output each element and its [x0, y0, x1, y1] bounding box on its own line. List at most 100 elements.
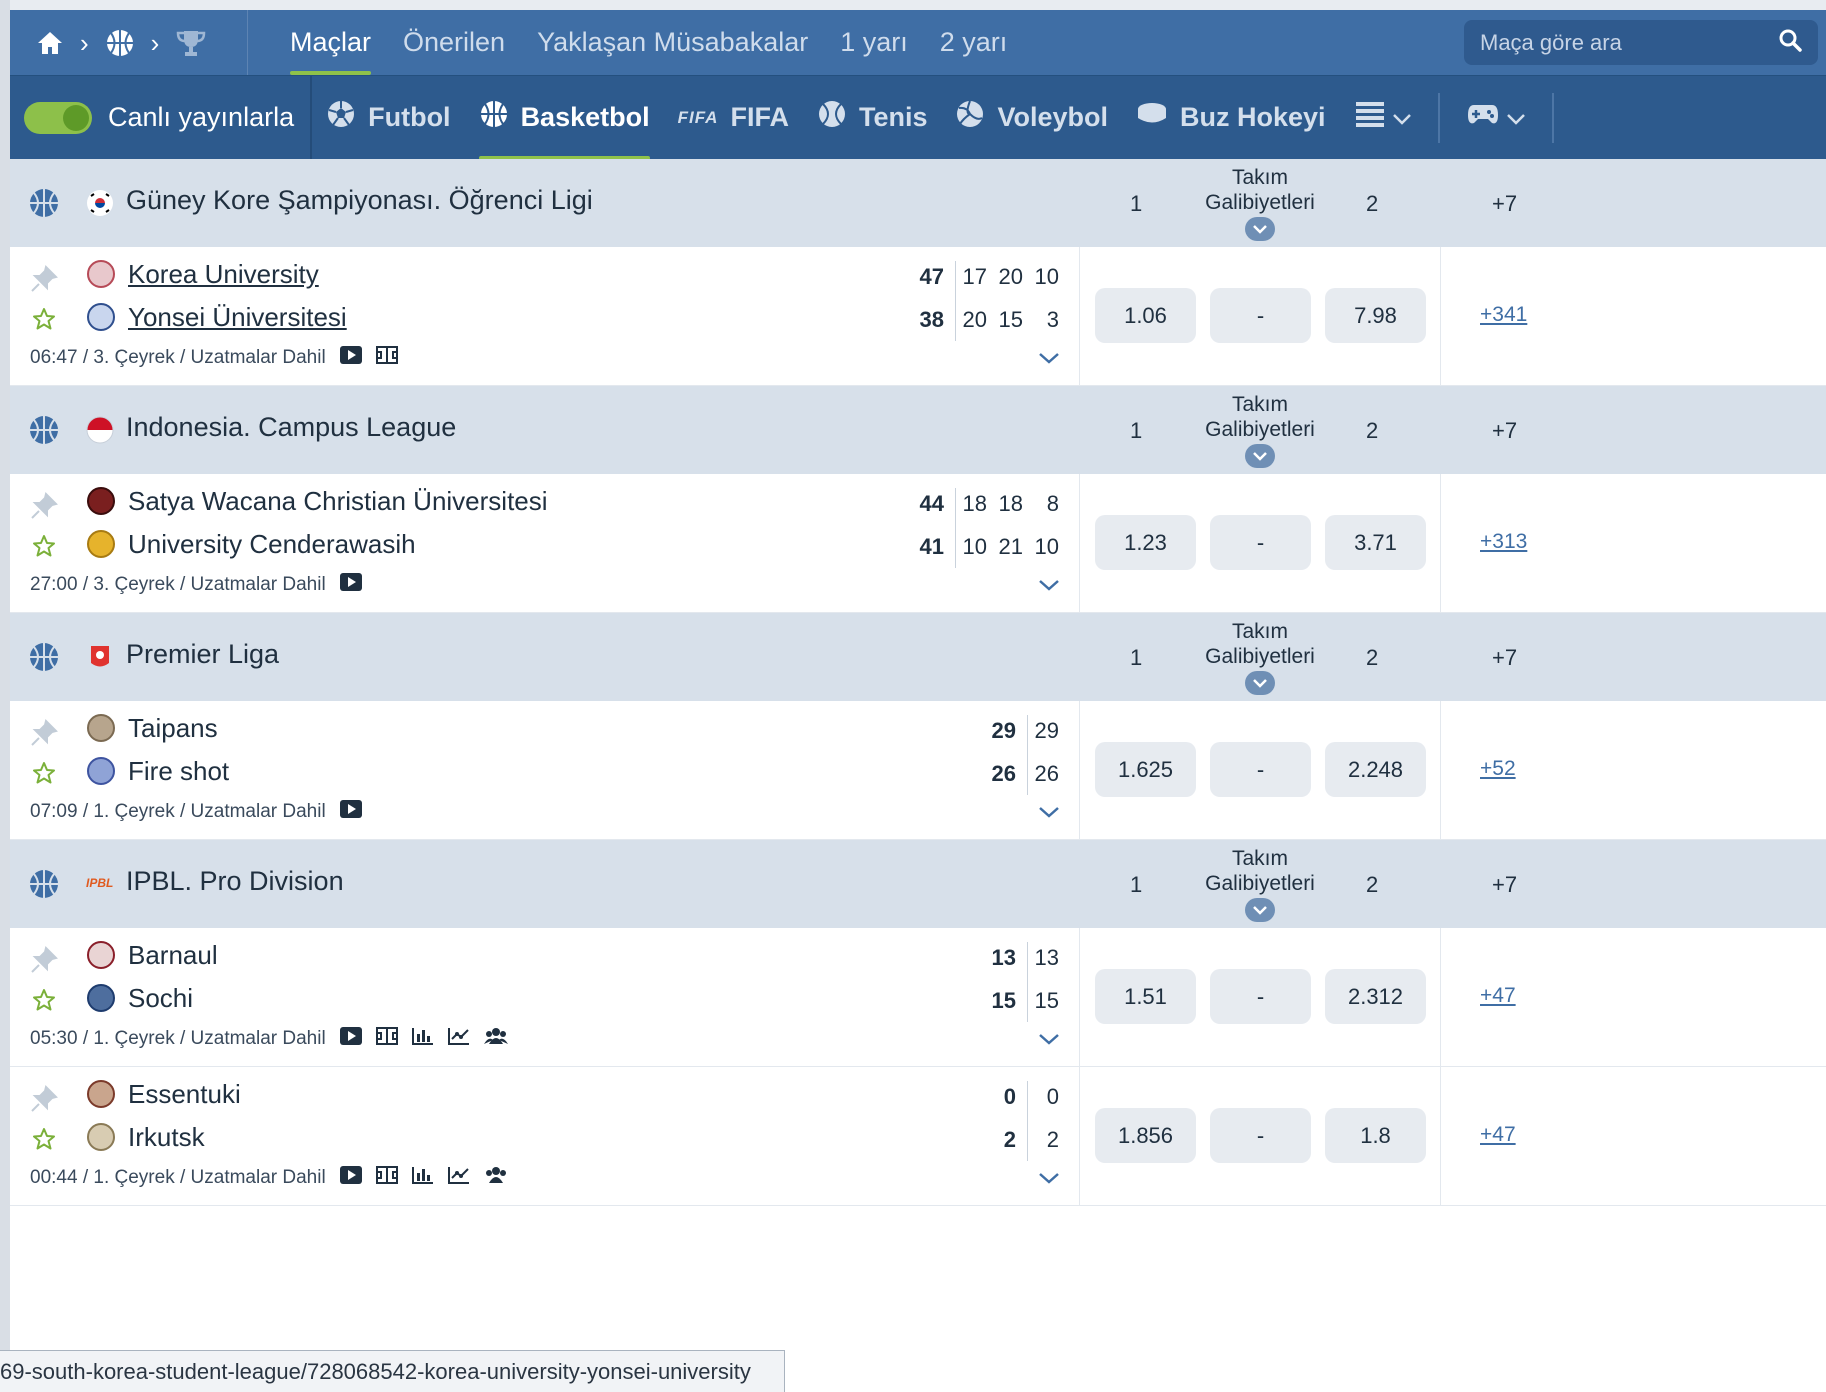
field-icon[interactable]: [375, 346, 398, 370]
divider: [955, 488, 956, 568]
star-icon[interactable]: [32, 761, 56, 790]
chevron-down-icon[interactable]: [1038, 1032, 1060, 1051]
more-markets-link[interactable]: +47: [1480, 1123, 1516, 1147]
odd-button-1[interactable]: 1.625: [1095, 742, 1196, 797]
odd-button-team-wins[interactable]: -: [1210, 515, 1311, 570]
league-header[interactable]: IPBL IPBL. Pro Division 1 Takım Galibiye…: [10, 840, 1826, 928]
pin-icon[interactable]: [30, 492, 58, 525]
star-icon[interactable]: [32, 988, 56, 1017]
tab-maclar[interactable]: Maçlar: [274, 10, 387, 75]
team-name[interactable]: Barnaul: [128, 940, 218, 971]
odd-button-1[interactable]: 1.856: [1095, 1108, 1196, 1163]
line-chart-icon[interactable]: [447, 1166, 470, 1190]
trophy-icon[interactable]: [175, 28, 207, 58]
team-name[interactable]: Satya Wacana Christian Üniversitesi: [128, 486, 548, 517]
team-name[interactable]: University Cenderawasih: [128, 529, 416, 560]
match-meta: 05:30 / 1. Çeyrek / Uzatmalar Dahil: [30, 1027, 508, 1051]
video-icon[interactable]: [339, 573, 362, 597]
team-name[interactable]: Essentuki: [128, 1079, 241, 1110]
pin-icon[interactable]: [30, 719, 58, 752]
bar-chart-icon[interactable]: [411, 1166, 434, 1190]
video-icon[interactable]: [339, 1027, 362, 1051]
field-icon[interactable]: [375, 1027, 398, 1051]
home-icon[interactable]: [36, 30, 64, 56]
chevron-down-icon[interactable]: [1245, 444, 1275, 468]
bar-chart-icon[interactable]: [411, 1027, 434, 1051]
chevron-down-icon[interactable]: [1038, 351, 1060, 370]
match-row[interactable]: Korea University Yonsei Üniversitesi 47 …: [10, 247, 1826, 386]
odd-button-team-wins[interactable]: -: [1210, 969, 1311, 1024]
basketball-icon[interactable]: [105, 28, 135, 58]
more-markets-link[interactable]: +52: [1480, 757, 1516, 781]
star-icon[interactable]: [32, 307, 56, 336]
chevron-down-icon[interactable]: [1245, 898, 1275, 922]
sport-basketbol[interactable]: Basketbol: [465, 76, 664, 160]
team-name[interactable]: Taipans: [128, 713, 218, 744]
odd-button-team-wins[interactable]: -: [1210, 1108, 1311, 1163]
top-nav: › › Maçlar Önerilen Yaklaşan Müsabakalar…: [10, 10, 1826, 75]
sport-tenis[interactable]: Tenis: [803, 76, 942, 160]
tab-2-yari[interactable]: 2 yarı: [924, 10, 1024, 75]
odd-button-2[interactable]: 2.312: [1325, 969, 1426, 1024]
odd-button-2[interactable]: 2.248: [1325, 742, 1426, 797]
odd-button-team-wins[interactable]: -: [1210, 288, 1311, 343]
pin-icon[interactable]: [30, 265, 58, 298]
gamepad-icon: [1466, 101, 1500, 134]
pin-icon[interactable]: [30, 1085, 58, 1118]
league-header[interactable]: Indonesia. Campus League 1 Takım Galibiy…: [10, 386, 1826, 474]
column-team-wins[interactable]: Takım Galibiyetleri: [1200, 392, 1320, 468]
chevron-down-icon[interactable]: [1245, 217, 1275, 241]
star-icon[interactable]: [32, 1127, 56, 1156]
sport-futbol[interactable]: Futbol: [312, 76, 464, 160]
tab-onerilen[interactable]: Önerilen: [387, 10, 521, 75]
esports-menu[interactable]: [1452, 76, 1540, 160]
more-markets-link[interactable]: +341: [1480, 303, 1527, 327]
team-name[interactable]: Irkutsk: [128, 1122, 205, 1153]
chevron-down-icon[interactable]: [1245, 671, 1275, 695]
more-sports-menu[interactable]: [1340, 76, 1426, 160]
tab-1-yari[interactable]: 1 yarı: [824, 10, 924, 75]
team-lineup-icon[interactable]: [484, 1166, 508, 1190]
sport-fifa[interactable]: FIFA FIFA: [664, 76, 803, 160]
sport-buz-hokeyi[interactable]: Buz Hokeyi: [1122, 76, 1340, 160]
column-team-wins[interactable]: Takım Galibiyetleri: [1200, 619, 1320, 695]
odd-button-1[interactable]: 1.06: [1095, 288, 1196, 343]
tab-yaklasan[interactable]: Yaklaşan Müsabakalar: [521, 10, 824, 75]
team-name[interactable]: Sochi: [128, 983, 193, 1014]
team-logo: [87, 303, 115, 331]
match-row[interactable]: Barnaul Sochi 13 13 15 15 05:30 / 1. Çey…: [10, 928, 1826, 1067]
team-name[interactable]: Korea University: [128, 259, 319, 290]
live-toggle[interactable]: [24, 101, 92, 134]
odd-button-team-wins[interactable]: -: [1210, 742, 1311, 797]
odd-button-1[interactable]: 1.23: [1095, 515, 1196, 570]
chevron-down-icon[interactable]: [1038, 1171, 1060, 1190]
team-name[interactable]: Fire shot: [128, 756, 229, 787]
column-team-wins[interactable]: Takım Galibiyetleri: [1200, 846, 1320, 922]
team-lineup-icon[interactable]: [483, 1027, 508, 1051]
video-icon[interactable]: [339, 1166, 362, 1190]
chevron-down-icon[interactable]: [1038, 578, 1060, 597]
chevron-down-icon[interactable]: [1038, 805, 1060, 824]
league-header[interactable]: Premier Liga 1 Takım Galibiyetleri 2 +7: [10, 613, 1826, 701]
field-icon[interactable]: [375, 1166, 398, 1190]
star-icon[interactable]: [32, 534, 56, 563]
odd-button-2[interactable]: 1.8: [1325, 1108, 1426, 1163]
column-team-wins[interactable]: Takım Galibiyetleri: [1200, 165, 1320, 241]
match-row[interactable]: Essentuki Irkutsk 0 0 2 2 00:44 / 1. Çey…: [10, 1067, 1826, 1206]
league-header[interactable]: Güney Kore Şampiyonası. Öğrenci Ligi 1 T…: [10, 159, 1826, 247]
pin-icon[interactable]: [30, 946, 58, 979]
video-icon[interactable]: [339, 800, 362, 824]
team-name[interactable]: Yonsei Üniversitesi: [128, 302, 347, 333]
match-row[interactable]: Taipans Fire shot 29 29 26 26 07:09 / 1.…: [10, 701, 1826, 840]
video-icon[interactable]: [339, 346, 362, 370]
odd-button-2[interactable]: 7.98: [1325, 288, 1426, 343]
search-icon[interactable]: [1778, 28, 1802, 57]
odd-button-1[interactable]: 1.51: [1095, 969, 1196, 1024]
more-markets-link[interactable]: +47: [1480, 984, 1516, 1008]
search-input[interactable]: [1480, 29, 1778, 56]
match-row[interactable]: Satya Wacana Christian Üniversitesi Univ…: [10, 474, 1826, 613]
sport-voleybol[interactable]: Voleybol: [941, 76, 1122, 160]
line-chart-icon[interactable]: [447, 1027, 470, 1051]
odd-button-2[interactable]: 3.71: [1325, 515, 1426, 570]
more-markets-link[interactable]: +313: [1480, 530, 1527, 554]
